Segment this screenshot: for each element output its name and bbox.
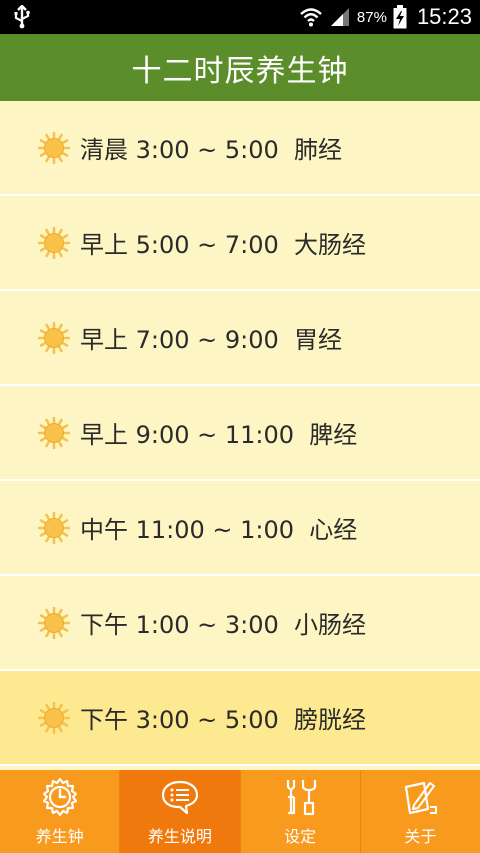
nav-item-instructions[interactable]: 养生说明 bbox=[120, 770, 241, 853]
list-item-label: 清晨 3:00 ~ 5:00 肺经 bbox=[80, 136, 343, 164]
nav-item-about[interactable]: 关于 bbox=[361, 770, 480, 853]
list-item-label: 中午 11:00 ~ 1:00 心经 bbox=[80, 516, 358, 544]
list-item[interactable]: 早上 9:00 ~ 11:00 脾经 bbox=[0, 386, 480, 481]
note-pencil-icon bbox=[405, 781, 438, 814]
status-time: 15:23 bbox=[416, 4, 472, 29]
bottom-nav: 养生钟 养生说明 设定 关于 bbox=[0, 770, 480, 853]
status-bar: 87% 15:23 bbox=[0, 0, 480, 34]
sun-icon bbox=[37, 606, 71, 639]
nav-item-settings[interactable]: 设定 bbox=[241, 770, 361, 853]
sun-icon bbox=[37, 226, 71, 259]
sun-icon bbox=[37, 131, 71, 164]
battery-charging-icon bbox=[393, 5, 407, 29]
list-item-label: 下午 1:00 ~ 3:00 小肠经 bbox=[80, 611, 367, 639]
usb-icon bbox=[14, 5, 30, 29]
nav-label: 设定 bbox=[284, 826, 317, 846]
list-item[interactable]: 早上 5:00 ~ 7:00 大肠经 bbox=[0, 196, 480, 291]
list-item-label: 早上 5:00 ~ 7:00 大肠经 bbox=[80, 231, 367, 259]
nav-label: 养生说明 bbox=[147, 826, 212, 846]
list-item[interactable]: 早上 7:00 ~ 9:00 胃经 bbox=[0, 291, 480, 386]
meridian-time-list[interactable]: 清晨 3:00 ~ 5:00 肺经 早上 5:00 ~ 7:00 大肠经 早上 … bbox=[0, 101, 480, 770]
list-item-active[interactable]: 下午 3:00 ~ 5:00 膀胱经 bbox=[0, 671, 480, 766]
list-item[interactable]: 中午 11:00 ~ 1:00 心经 bbox=[0, 481, 480, 576]
signal-icon bbox=[330, 8, 349, 26]
wifi-icon bbox=[300, 8, 322, 27]
sun-icon bbox=[37, 416, 71, 449]
list-item-label: 下午 3:00 ~ 5:00 膀胱经 bbox=[80, 706, 367, 734]
nav-label: 关于 bbox=[404, 826, 437, 846]
list-item-label: 早上 9:00 ~ 11:00 脾经 bbox=[80, 421, 358, 449]
title-bar: 十二时辰养生钟 bbox=[0, 34, 480, 101]
page-title: 十二时辰养生钟 bbox=[131, 53, 349, 89]
nav-label: 养生钟 bbox=[35, 826, 84, 846]
sun-icon bbox=[37, 321, 71, 354]
list-item[interactable]: 下午 1:00 ~ 3:00 小肠经 bbox=[0, 576, 480, 671]
tools-icon bbox=[287, 779, 317, 815]
chat-bubble-icon bbox=[161, 780, 198, 814]
list-item-label: 早上 7:00 ~ 9:00 胃经 bbox=[80, 326, 343, 354]
battery-percent: 87% bbox=[356, 8, 387, 26]
list-item[interactable]: 清晨 3:00 ~ 5:00 肺经 bbox=[0, 101, 480, 196]
alarm-clock-icon bbox=[42, 777, 77, 816]
sun-icon bbox=[37, 701, 71, 734]
sun-icon bbox=[37, 511, 71, 544]
nav-item-clock[interactable]: 养生钟 bbox=[0, 770, 121, 853]
